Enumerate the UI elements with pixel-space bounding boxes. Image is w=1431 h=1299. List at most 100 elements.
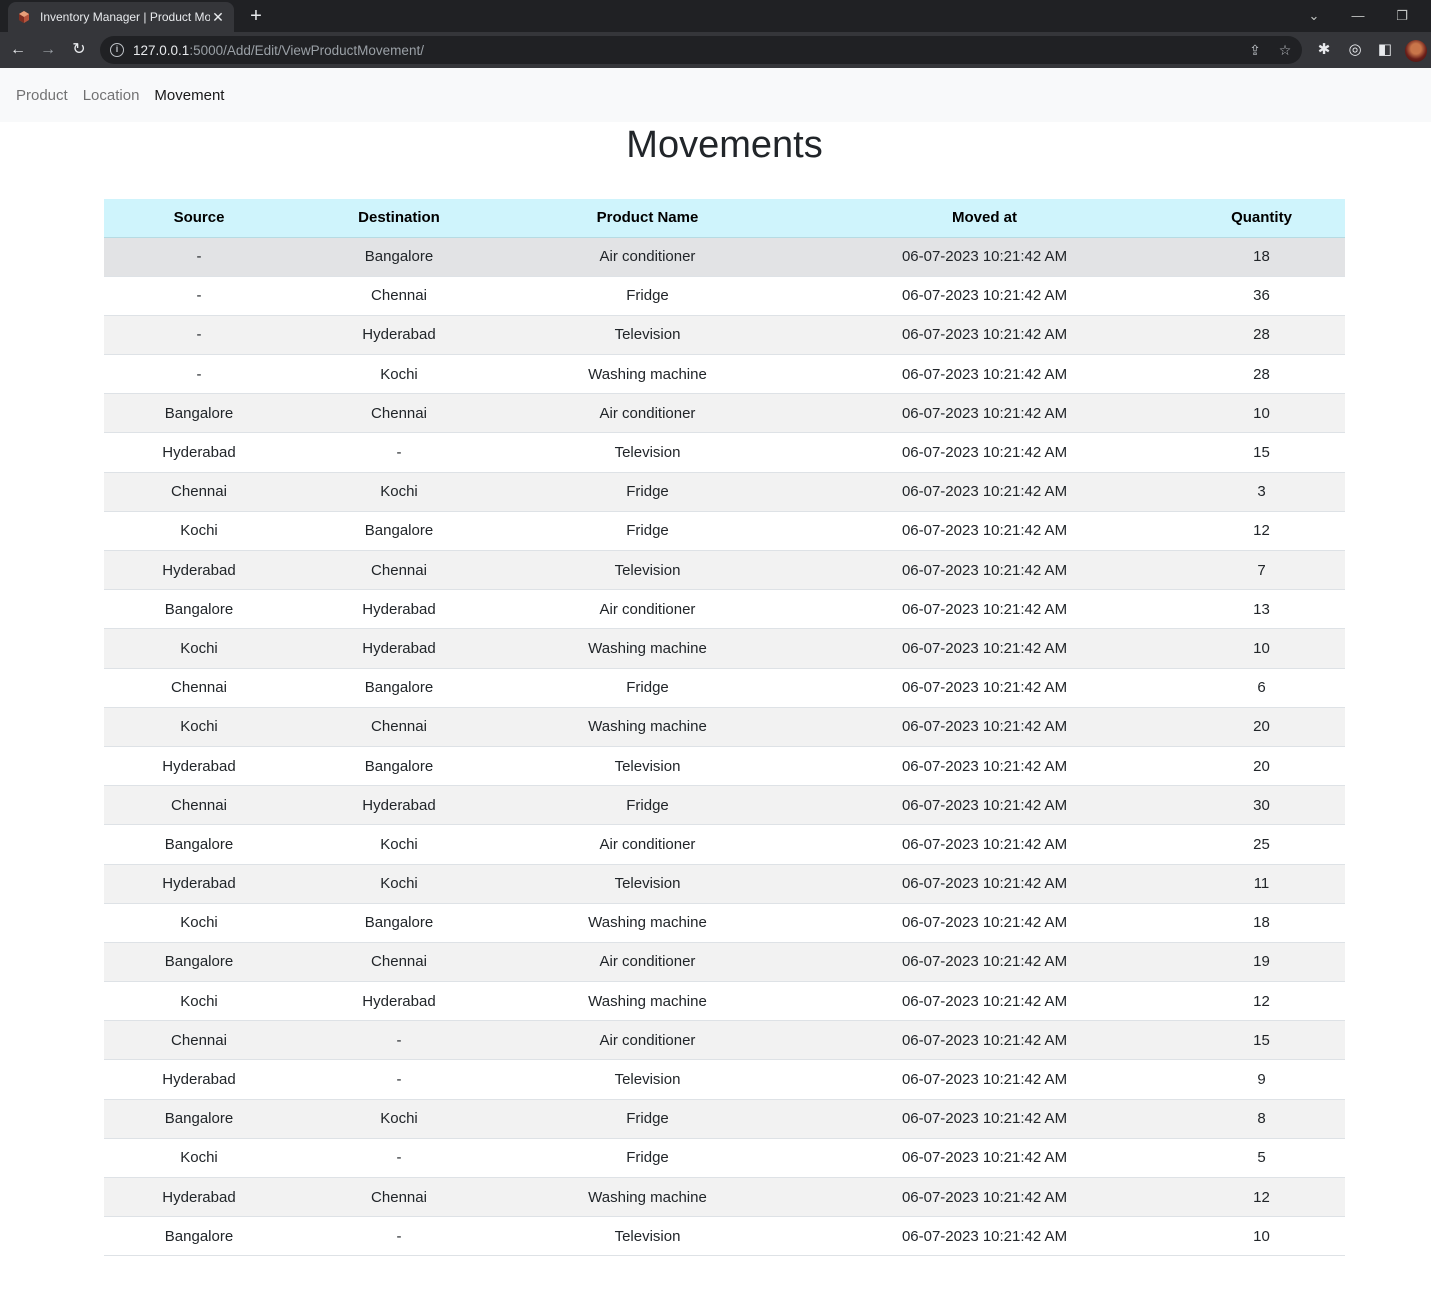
cell-source: Chennai bbox=[104, 785, 294, 826]
cell-quantity: 13 bbox=[1178, 589, 1345, 630]
cell-source: Kochi bbox=[104, 628, 294, 669]
cell-product-name: Fridge bbox=[504, 668, 791, 708]
cell-source: Hyderabad bbox=[104, 1177, 294, 1218]
table-row: - Bangalore Air conditioner 06-07-2023 10:2… bbox=[104, 237, 1345, 277]
bookmark-star-icon[interactable]: ☆ bbox=[1276, 41, 1294, 59]
cell-product-name: Television bbox=[504, 432, 791, 473]
cell-moved-at: 06-07-2023 10:21:42 AM bbox=[791, 1177, 1178, 1218]
cell-quantity: 10 bbox=[1178, 1216, 1345, 1257]
cell-product-name: Television bbox=[504, 746, 791, 787]
table-row: Kochi Bangalore Fridge 06-07-2023 10:21:42 … bbox=[104, 511, 1345, 552]
cell-moved-at: 06-07-2023 10:21:42 AM bbox=[791, 550, 1178, 591]
cell-quantity: 15 bbox=[1178, 1020, 1345, 1061]
cell-quantity: 12 bbox=[1178, 981, 1345, 1022]
table-row: Bangalore Kochi Fridge 06-07-2023 10:21:42 … bbox=[104, 1099, 1345, 1139]
cell-destination: Bangalore bbox=[294, 237, 504, 277]
cell-moved-at: 06-07-2023 10:21:42 AM bbox=[791, 237, 1178, 277]
cell-product-name: Air conditioner bbox=[504, 1020, 791, 1061]
cell-quantity: 8 bbox=[1178, 1099, 1345, 1139]
cell-destination: Kochi bbox=[294, 824, 504, 865]
profile-avatar[interactable] bbox=[1405, 40, 1427, 62]
cell-moved-at: 06-07-2023 10:21:42 AM bbox=[791, 1216, 1178, 1257]
cell-quantity: 5 bbox=[1178, 1138, 1345, 1179]
side-panel-icon[interactable]: ◧ bbox=[1373, 38, 1397, 62]
cell-moved-at: 06-07-2023 10:21:42 AM bbox=[791, 354, 1178, 395]
cell-source: Hyderabad bbox=[104, 1059, 294, 1100]
cell-source: Chennai bbox=[104, 668, 294, 708]
cell-destination: Chennai bbox=[294, 942, 504, 983]
cell-destination: Hyderabad bbox=[294, 628, 504, 669]
cell-product-name: Fridge bbox=[504, 1099, 791, 1139]
column-header-destination: Destination bbox=[294, 199, 504, 238]
table-row: Hyderabad - Television 06-07-2023 10:21:42 … bbox=[104, 1059, 1345, 1100]
extension-icon[interactable]: ◎ bbox=[1343, 38, 1367, 62]
cell-product-name: Washing machine bbox=[504, 1177, 791, 1218]
table-row: Bangalore Chennai Air conditioner 06-07-202… bbox=[104, 942, 1345, 983]
restore-icon[interactable]: ❐ bbox=[1390, 4, 1414, 28]
cell-source: Kochi bbox=[104, 707, 294, 747]
cell-product-name: Fridge bbox=[504, 472, 791, 512]
cell-moved-at: 06-07-2023 10:21:42 AM bbox=[791, 1138, 1178, 1179]
cell-product-name: Fridge bbox=[504, 511, 791, 552]
cell-destination: Bangalore bbox=[294, 903, 504, 943]
nav-link-product[interactable]: Product bbox=[16, 87, 68, 104]
cell-destination: - bbox=[294, 1020, 504, 1061]
cell-product-name: Air conditioner bbox=[504, 824, 791, 865]
browser-tab[interactable]: Inventory Manager | Product Mo ✕ bbox=[8, 2, 234, 32]
cell-moved-at: 06-07-2023 10:21:42 AM bbox=[791, 432, 1178, 473]
cell-destination: Chennai bbox=[294, 276, 504, 316]
cell-moved-at: 06-07-2023 10:21:42 AM bbox=[791, 472, 1178, 512]
cell-quantity: 10 bbox=[1178, 628, 1345, 669]
info-icon[interactable]: i bbox=[110, 43, 124, 57]
table-row: Bangalore Chennai Air conditioner 06-07-202… bbox=[104, 393, 1345, 434]
cell-destination: Hyderabad bbox=[294, 589, 504, 630]
table-row: Chennai Hyderabad Fridge 06-07-2023 10:21:4… bbox=[104, 785, 1345, 826]
box-favicon-icon bbox=[16, 9, 32, 25]
cell-product-name: Television bbox=[504, 864, 791, 904]
address-bar[interactable]: i 127.0.0.1:5000/Add/Edit/ViewProductMov… bbox=[100, 36, 1302, 64]
cell-quantity: 28 bbox=[1178, 315, 1345, 356]
cell-destination: Chennai bbox=[294, 707, 504, 747]
table-body: - Bangalore Air conditioner 06-07-2023 10:2… bbox=[104, 237, 1345, 1257]
nav-link-movement[interactable]: Movement bbox=[154, 87, 224, 104]
nav-link-location[interactable]: Location bbox=[83, 87, 140, 104]
cell-source: Bangalore bbox=[104, 393, 294, 434]
cell-moved-at: 06-07-2023 10:21:42 AM bbox=[791, 511, 1178, 552]
cell-source: Chennai bbox=[104, 1020, 294, 1061]
cell-moved-at: 06-07-2023 10:21:42 AM bbox=[791, 668, 1178, 708]
back-arrow-icon[interactable]: ← bbox=[6, 38, 30, 62]
cell-quantity: 25 bbox=[1178, 824, 1345, 865]
cell-source: Hyderabad bbox=[104, 864, 294, 904]
reload-icon[interactable]: ↻ bbox=[67, 38, 91, 62]
column-header-moved-at: Moved at bbox=[791, 199, 1178, 238]
forward-arrow-icon[interactable]: → bbox=[36, 38, 60, 62]
cell-quantity: 18 bbox=[1178, 237, 1345, 277]
table-row: Kochi - Fridge 06-07-2023 10:21:42 AM 5 bbox=[104, 1138, 1345, 1179]
minimize-icon[interactable]: — bbox=[1346, 4, 1370, 28]
cell-quantity: 15 bbox=[1178, 432, 1345, 473]
cell-moved-at: 06-07-2023 10:21:42 AM bbox=[791, 981, 1178, 1022]
chevron-down-icon[interactable]: ⌄ bbox=[1302, 4, 1326, 28]
table-row: - Hyderabad Television 06-07-2023 10:21:42 … bbox=[104, 315, 1345, 356]
new-tab-icon[interactable]: + bbox=[244, 4, 268, 28]
cell-quantity: 3 bbox=[1178, 472, 1345, 512]
close-tab-icon[interactable]: ✕ bbox=[210, 9, 226, 25]
cell-destination: Bangalore bbox=[294, 668, 504, 708]
movements-table-container: Source Destination Product Name Moved at… bbox=[104, 199, 1345, 1257]
cell-moved-at: 06-07-2023 10:21:42 AM bbox=[791, 315, 1178, 356]
table-row: Hyderabad - Television 06-07-2023 10:21:42 … bbox=[104, 432, 1345, 473]
cell-quantity: 30 bbox=[1178, 785, 1345, 826]
cell-destination: Chennai bbox=[294, 550, 504, 591]
tab-title: Inventory Manager | Product Mo bbox=[40, 10, 210, 24]
page-title: Movements bbox=[626, 124, 823, 166]
table-row: Chennai Kochi Fridge 06-07-2023 10:21:42 AM… bbox=[104, 472, 1345, 512]
extensions-puzzle-icon[interactable]: ✱ bbox=[1312, 38, 1336, 62]
cell-source: - bbox=[104, 237, 294, 277]
share-icon[interactable]: ⇪ bbox=[1246, 41, 1264, 59]
cell-destination: Chennai bbox=[294, 1177, 504, 1218]
cell-quantity: 9 bbox=[1178, 1059, 1345, 1100]
cell-moved-at: 06-07-2023 10:21:42 AM bbox=[791, 942, 1178, 983]
cell-quantity: 10 bbox=[1178, 393, 1345, 434]
table-row: Hyderabad Chennai Television 06-07-2023 10:… bbox=[104, 550, 1345, 591]
cell-product-name: Air conditioner bbox=[504, 942, 791, 983]
